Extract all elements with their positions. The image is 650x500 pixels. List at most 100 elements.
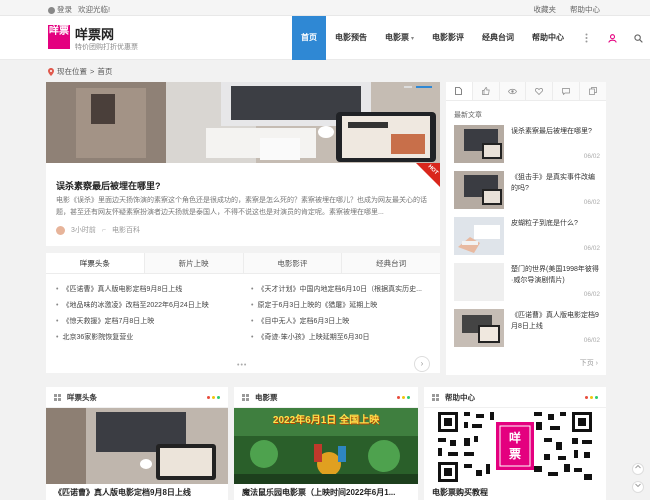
grid-icon bbox=[242, 393, 249, 401]
heart-icon bbox=[535, 87, 544, 95]
sidebar-tabs bbox=[446, 82, 606, 101]
sidebar-article-title[interactable]: 楚门的世界(美国1998年彼得·威尔导演剧情片) bbox=[511, 264, 599, 286]
nav-tickets[interactable]: 电影票 ▾ bbox=[376, 16, 423, 60]
more-dots[interactable]: ••• bbox=[237, 362, 247, 369]
featured-slider[interactable] bbox=[46, 82, 440, 163]
site-name[interactable]: 咩票网 bbox=[75, 24, 114, 43]
list-item[interactable]: 原定于6月3日上映的《猎屠》延期上映 bbox=[251, 300, 436, 311]
sidebar-tab-favorites[interactable] bbox=[526, 82, 554, 100]
section-caption[interactable]: 电影票购买教程 bbox=[432, 487, 488, 498]
search-icon[interactable] bbox=[625, 16, 650, 60]
tab-reviews[interactable]: 电影影评 bbox=[244, 253, 343, 273]
article-thumbnail bbox=[454, 171, 504, 209]
sidebar-article-list: 误杀素察最后被埋在哪里? 06/02 《狙击手》是真实事件改编的吗? 06/02… bbox=[454, 125, 600, 355]
list-item[interactable]: 北京36家影院恢复营业 bbox=[56, 332, 241, 343]
more-icon[interactable] bbox=[573, 16, 599, 60]
eye-icon bbox=[508, 88, 517, 94]
breadcrumb-home[interactable]: 首页 bbox=[97, 66, 112, 77]
thumbs-up-icon bbox=[481, 87, 490, 95]
list-item[interactable]: 《天才计划》中国内地定档6月10日（根据真实历史... bbox=[251, 284, 436, 295]
sidebar-article-title[interactable]: 《匹诺曹》真人版电影定档9月8日上线 bbox=[511, 310, 599, 332]
sidebar-tab-views[interactable] bbox=[499, 82, 527, 100]
login-link[interactable]: 登录 bbox=[48, 4, 72, 15]
article-thumbnail-placeholder bbox=[454, 263, 504, 301]
sidebar-article-title[interactable]: 《狙击手》是真实事件改编的吗? bbox=[511, 172, 599, 194]
scroll-top-button[interactable] bbox=[632, 463, 644, 475]
sidebar-article-date: 06/02 bbox=[583, 291, 600, 298]
breadcrumb-separator: > bbox=[90, 67, 95, 76]
sidebar-next-page[interactable]: 下页 › bbox=[580, 358, 598, 368]
list-item[interactable]: 《狙击手》是真实事件改编的吗? 06/02 bbox=[454, 171, 600, 217]
site-logo[interactable]: 咩票 bbox=[48, 25, 70, 49]
copy-icon bbox=[589, 87, 597, 95]
sidebar-tab-copy[interactable] bbox=[580, 82, 606, 100]
section-image[interactable]: 2022年6月1日 全国上映 bbox=[234, 408, 418, 484]
sidebar-article-date: 06/02 bbox=[583, 199, 600, 206]
nav-help[interactable]: 帮助中心 bbox=[523, 16, 573, 60]
document-icon bbox=[455, 87, 463, 95]
site-slogan: 特价团购打折优惠票 bbox=[75, 44, 138, 51]
section-header: 帮助中心 bbox=[424, 387, 606, 408]
list-item[interactable]: 《地品味的冰激凌》改档至2022年6月24日上映 bbox=[56, 300, 241, 311]
sidebar-tab-comments[interactable] bbox=[553, 82, 581, 100]
list-item[interactable]: 《目中无人》定档6月3日上映 bbox=[251, 316, 436, 327]
list-item[interactable]: 楚门的世界(美国1998年彼得·威尔导演剧情片) 06/02 bbox=[454, 263, 600, 309]
tab-article-list: 《匹诺曹》真人版电影定档9月8日上线 《天才计划》中国内地定档6月10日（根据真… bbox=[56, 284, 436, 343]
section-title[interactable]: 咩票头条 bbox=[67, 392, 97, 403]
nav-quotes[interactable]: 经典台词 bbox=[473, 16, 523, 60]
list-item[interactable]: 误杀素察最后被埋在哪里? 06/02 bbox=[454, 125, 600, 171]
nav-home[interactable]: 首页 bbox=[292, 16, 326, 60]
nav-trailers[interactable]: 电影预告 bbox=[326, 16, 376, 60]
sidebar-article-date: 06/02 bbox=[583, 337, 600, 344]
user-profile-icon[interactable] bbox=[599, 16, 625, 60]
sidebar: 最新文章 误杀素察最后被埋在哪里? 06/02 《狙击手》是真实事件改编的吗? … bbox=[446, 82, 606, 375]
grid-icon bbox=[54, 393, 61, 401]
section-help: 帮助中心 咩票 电影票购买教程 bbox=[424, 387, 606, 500]
qr-logo-text: 咩票 bbox=[508, 431, 521, 461]
sidebar-tab-likes[interactable] bbox=[472, 82, 500, 100]
section-caption[interactable]: 《匹诺曹》真人版电影定档9月8日上线 bbox=[54, 487, 191, 498]
list-item[interactable]: 皮蝴粒子到底是什么? 06/02 bbox=[454, 217, 600, 263]
tab-new-releases[interactable]: 新片上映 bbox=[145, 253, 244, 273]
section-title[interactable]: 帮助中心 bbox=[445, 392, 475, 403]
tab-quotes[interactable]: 经典台词 bbox=[342, 253, 440, 273]
section-image[interactable]: 咩票 bbox=[424, 408, 606, 484]
slider-dot[interactable] bbox=[404, 86, 412, 88]
help-center-link[interactable]: 帮助中心 bbox=[570, 4, 600, 15]
sidebar-tab-latest[interactable] bbox=[446, 82, 473, 100]
list-item[interactable]: 《奇迹·笨小孩》上映延期至6月30日 bbox=[251, 332, 436, 343]
sidebar-article-date: 06/02 bbox=[583, 245, 600, 252]
news-tabs: 咩票头条 新片上映 电影影评 经典台词 《匹诺曹》真人版电影定档9月8日上线 《… bbox=[46, 253, 440, 373]
section-tickets: 电影票 2022年6月1日 全国上映 魔法鼠乐园电影票（上映时间2022年6月1… bbox=[234, 387, 418, 500]
list-item[interactable]: 《惊天救援》定档7月8日上映 bbox=[56, 316, 241, 327]
article-thumbnail bbox=[454, 125, 504, 163]
list-item[interactable]: 《匹诺曹》真人版电影定档9月8日上线 bbox=[56, 284, 241, 295]
article-time: 3小时前 bbox=[71, 227, 96, 234]
tab-headlines[interactable]: 咩票头条 bbox=[46, 253, 145, 273]
featured-article-excerpt: 电影《误杀》里面边天扬饰演的素察这个角色还是很成功的，素察是怎么死的？素察被埋在… bbox=[56, 197, 427, 216]
slider-dot-active[interactable] bbox=[416, 86, 432, 88]
article-thumbnail bbox=[454, 309, 504, 347]
nav-reviews[interactable]: 电影影评 bbox=[423, 16, 473, 60]
section-dots bbox=[585, 396, 598, 399]
next-page-button[interactable]: › bbox=[414, 356, 430, 372]
section-image[interactable] bbox=[46, 408, 228, 484]
folder-icon: ⌐ bbox=[101, 226, 106, 234]
sidebar-article-title[interactable]: 误杀素察最后被埋在哪里? bbox=[511, 126, 599, 137]
sidebar-title: 最新文章 bbox=[454, 112, 482, 119]
section-header: 电影票 bbox=[234, 387, 418, 408]
section-dots bbox=[397, 396, 410, 399]
article-category[interactable]: 电影百科 bbox=[112, 225, 140, 235]
welcome-text: 欢迎光临! bbox=[78, 5, 111, 14]
list-item[interactable]: 《匹诺曹》真人版电影定档9月8日上线 06/02 bbox=[454, 309, 600, 355]
poster-banner: 2022年6月1日 全国上映 bbox=[272, 415, 380, 426]
section-caption[interactable]: 魔法鼠乐园电影票（上映时间2022年6月1... bbox=[242, 487, 395, 498]
scroll-bottom-button[interactable] bbox=[632, 481, 644, 493]
featured-article-title[interactable]: 误杀素察最后被埋在哪里? bbox=[56, 179, 161, 192]
section-headlines: 咩票头条 《匹诺曹》真人版电影定档9月8日上线 bbox=[46, 387, 228, 500]
sidebar-article-title[interactable]: 皮蝴粒子到底是什么? bbox=[511, 218, 599, 229]
comment-icon bbox=[562, 87, 571, 95]
section-title[interactable]: 电影票 bbox=[255, 392, 278, 403]
section-header: 咩票头条 bbox=[46, 387, 228, 408]
favorites-link[interactable]: 收藏夹 bbox=[534, 4, 557, 15]
